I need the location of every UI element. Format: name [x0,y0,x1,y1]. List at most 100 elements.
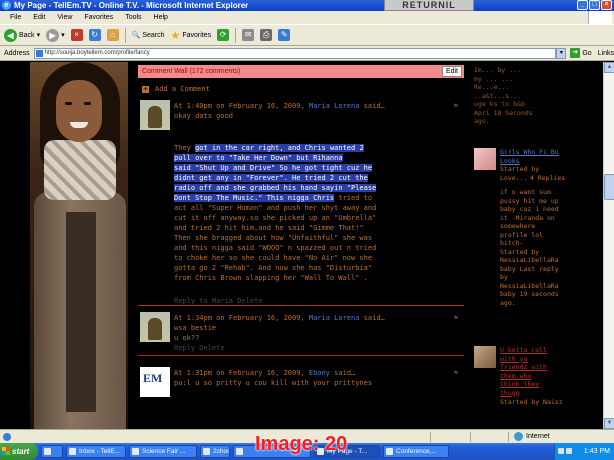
search-button[interactable]: 🔍 Search [131,31,165,40]
history-icon[interactable]: ⟳ [217,29,230,41]
story-line: Then she bragged about how "Unfaithful" … [174,233,444,243]
taskbar-item-conference[interactable]: Conference,... [383,445,449,458]
story-line: and tried 2 hit him,and he said "Gimme T… [174,223,444,233]
toolbar-divider [235,27,237,43]
comment-author-link[interactable]: Maria Lorena [309,314,360,322]
tray-icon[interactable] [558,448,564,454]
address-label: Address [4,49,30,57]
image-watermark: Image: 20 [255,433,348,455]
comment-wall: + Add a Comment At 1:40pm on February 16,… [138,78,464,429]
story-plain-text: gotta go 2 "Rehab". And now she has "Dis… [174,264,373,272]
windows-logo-icon [588,11,612,24]
maximize-icon[interactable]: □ [589,0,600,10]
stop-icon[interactable]: × [70,29,83,41]
mail-icon[interactable]: ✉ [242,29,255,41]
edit-button[interactable]: Edit [441,66,462,77]
window-controls: _ □ × [577,0,612,11]
comment-actions[interactable]: Reply Delete [174,343,374,353]
taskbar-item-inbox[interactable]: Inbox - TellE... [66,445,126,458]
status-divider [430,432,431,442]
discussion-title-link[interactable]: U betta roll with ya friendz with them w… [500,346,600,397]
menu-bar: File Edit View Favorites Tools Help [0,11,614,24]
print-icon[interactable]: ⎙ [260,29,273,41]
profile-photo [30,62,128,429]
add-comment-link[interactable]: + Add a Comment [142,84,210,94]
quicklaunch-item[interactable] [41,445,63,458]
discussion-thumbnail[interactable] [474,346,496,368]
back-button[interactable]: ◀ Back ▾ [4,28,41,42]
story-plain-text: They [174,144,196,152]
scroll-thumb[interactable] [604,174,614,200]
forward-arrow-icon: ▶ [46,28,60,42]
page-icon [35,49,43,57]
forward-button[interactable]: ▶ ▾ [46,28,65,42]
window-title: My Page - TellEm.TV - Online T.V. - Micr… [14,1,249,10]
start-button[interactable]: start [0,443,38,460]
menu-help[interactable]: Help [154,14,168,21]
status-divider [470,432,471,442]
comment-author-link[interactable]: Maria Lorena [309,102,360,110]
menu-view[interactable]: View [57,14,72,21]
story-plain-text: and tried 2 hit him,and he said "Gimme T… [174,224,364,232]
address-input[interactable]: http://soulja.boytellem.com/profile/fanc… [33,47,557,59]
status-divider [508,432,509,442]
photo-face [56,80,102,142]
story-line: said "Shut Up and Drive" So he got tight… [174,163,444,173]
home-icon[interactable]: ⌂ [106,29,119,41]
search-icon: 🔍 [131,32,141,39]
edit-icon[interactable]: ✎ [278,29,291,41]
tray-icon[interactable] [566,448,572,454]
discussion-meta: Started by Naisz [500,398,563,406]
story-line: Dont Stop The Music." This nigga Chris t… [174,193,444,203]
menu-tools[interactable]: Tools [125,14,141,21]
page-content: Comment Wall (172 comments) Edit + Add a … [0,62,603,429]
close-icon[interactable]: × [601,0,612,10]
story-line: to choke her so she could have "No Air" … [174,253,444,263]
flag-icon[interactable]: ⚑ [454,313,458,323]
right-sidebar: Im... by ... my ... ... Re...e... ..a&t.… [472,62,602,429]
comment-body: wsa bestie u ok?? [174,324,217,342]
browser-window: e My Page - TellEm.TV - Online T.V. - Mi… [0,0,614,460]
go-arrow-icon: ➔ [570,48,581,58]
discussion-thumbnail[interactable] [474,148,496,170]
star-icon: ★ [170,29,181,42]
go-button[interactable]: ➔ Go [570,48,592,58]
taskbar-item-2choc[interactable]: 2choc... [200,445,230,458]
system-tray: 1:43 PM [554,443,614,460]
taskbar-item-science-fair[interactable]: Science Fair ... [129,445,197,458]
story-plain-text: and this nigga said "WOOO" n spazzed out… [174,244,377,252]
story-line: from Chris Brown slapping her "Wall To W… [174,273,444,283]
story-text: They got in the car right, and Chris wan… [174,143,444,283]
avatar-figure [148,318,162,340]
avatar[interactable]: EM [140,367,170,397]
story-line: act all "Super Human" and push her shyt … [174,203,444,213]
flag-icon[interactable]: ⚑ [454,368,458,378]
links-button[interactable]: Links [598,50,614,57]
refresh-icon[interactable]: ↻ [88,29,101,41]
comment-author-link[interactable]: Ebony [309,369,330,377]
address-dropdown-button[interactable]: ▾ [556,47,567,59]
menu-edit[interactable]: Edit [33,14,45,21]
avatar[interactable] [140,312,170,342]
favorites-button[interactable]: ★ Favorites [171,29,212,42]
vertical-scrollbar[interactable]: ▲ ▼ [603,62,614,429]
minimize-icon[interactable]: _ [577,0,588,10]
globe-icon [514,432,523,441]
scroll-down-icon[interactable]: ▼ [604,418,614,429]
story-line: gotta go 2 "Rehab". And now she has "Dis… [174,263,444,273]
discussion-title-link[interactable]: Girls Who Fi Bu Looks [500,148,600,165]
flag-icon[interactable]: ⚑ [454,101,458,111]
scroll-up-icon[interactable]: ▲ [604,62,614,73]
replies-count[interactable]: 4 Replies [530,174,603,183]
returnil-button[interactable]: RETURNIL [384,0,474,11]
chevron-down-icon: ▾ [36,32,41,39]
ie-icon: e [2,1,11,10]
avatar[interactable] [140,100,170,130]
story-line: didnt get any in "Forever". He tried 2 c… [174,173,444,183]
comment-meta: At 1:40pm on February 16, 2009, Maria Lo… [174,102,385,110]
comment-body: pu:l u so pritty u cou kill with your pr… [174,379,373,387]
tray-icons [558,448,572,454]
menu-file[interactable]: File [10,14,21,21]
menu-favorites[interactable]: Favorites [84,14,113,21]
story-plain-text: from Chris Brown slapping her "Wall To W… [174,274,368,282]
